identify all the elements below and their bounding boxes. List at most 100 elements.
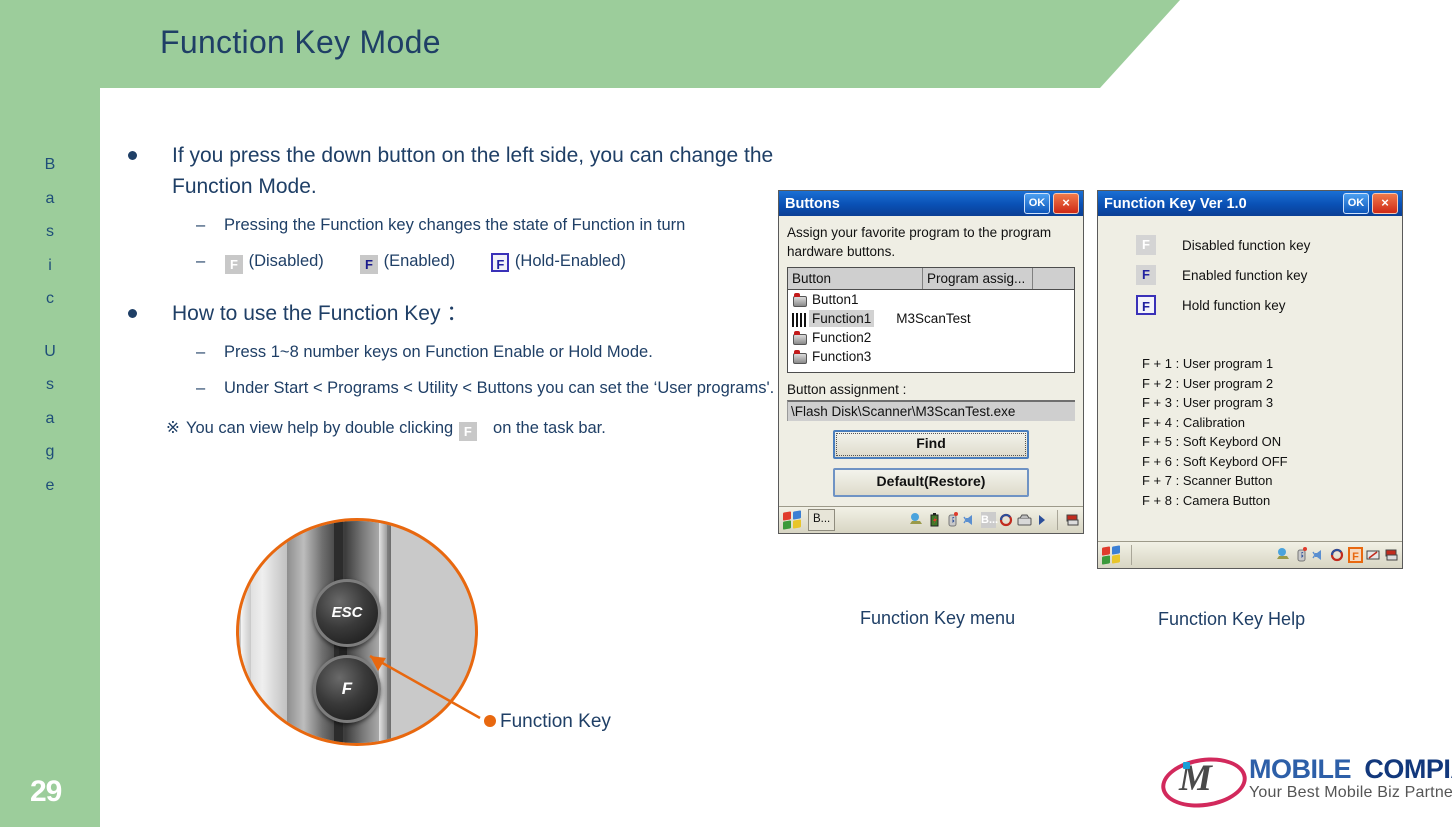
taskbar-task-button[interactable]: B...	[808, 509, 836, 531]
row-name: Button1	[812, 292, 859, 307]
sidebar-vertical-label: Basic Usage	[0, 148, 100, 502]
default-restore-button[interactable]: Default(Restore)	[833, 468, 1029, 497]
sub-item-2b: – Under Start < Programs < Utility < But…	[120, 375, 780, 401]
column-header-extra	[1033, 268, 1074, 289]
buttons-dialog-description: Assign your favorite program to the prog…	[787, 225, 1052, 259]
bullet-item-1: If you press the down button on the left…	[120, 140, 780, 202]
help-dialog-titlebar: Function Key Ver 1.0 OK ×	[1098, 191, 1402, 216]
help-legend: F Disabled function key F Enabled functi…	[1098, 216, 1402, 348]
buttons-dialog-taskbar: B... B...	[779, 506, 1083, 533]
bluetooth-icon[interactable]	[1294, 547, 1309, 563]
close-icon[interactable]: ×	[1053, 193, 1079, 214]
shortcut-list: F + 1 : User program 1 F + 2 : User prog…	[1098, 348, 1402, 518]
logo-dot-icon	[1183, 762, 1190, 769]
table-row[interactable]: Function2	[788, 328, 1074, 347]
list-item: F + 5 : Soft Keybord ON	[1142, 434, 1282, 449]
sub-2a-text: Press 1~8 number keys on Function Enable…	[224, 343, 653, 361]
legend-row-enabled: F Enabled function key	[1098, 260, 1402, 290]
expand-arrow-icon[interactable]	[1035, 512, 1050, 528]
barcode-icon	[790, 311, 808, 327]
row-name: Function2	[812, 330, 872, 345]
logo-mark-icon: M	[1158, 752, 1250, 813]
sub-item-states: – F (Disabled) F (Enabled) F (Hold-Enabl…	[120, 248, 780, 274]
sync-icon[interactable]	[1330, 547, 1345, 563]
body-content: If you press the down button on the left…	[120, 140, 780, 441]
note-f-icon: F	[458, 422, 477, 441]
photo-circle-highlight: ESC F	[236, 518, 478, 746]
f-enabled-icon: F	[1136, 265, 1156, 285]
device-rail	[379, 521, 387, 743]
assignment-input[interactable]: \Flash Disk\Scanner\M3ScanTest.exe	[787, 400, 1075, 421]
network-icon[interactable]	[1276, 547, 1291, 563]
callout-dot-icon	[484, 715, 496, 727]
volume-icon[interactable]	[1312, 547, 1327, 563]
dash-marker-icon: –	[196, 252, 206, 270]
bullet-item-2: How to use the Function Key ：	[120, 298, 780, 329]
ok-button[interactable]: OK	[1024, 193, 1050, 214]
f-hold-icon: F	[491, 253, 510, 272]
hardware-button-icon	[790, 330, 808, 346]
system-tray: F	[1276, 547, 1399, 563]
legend-row-disabled: F Disabled function key	[1098, 230, 1402, 260]
device-left-panel	[245, 521, 289, 743]
ok-button[interactable]: OK	[1343, 193, 1369, 214]
list-item: F + 8 : Camera Button	[1142, 492, 1271, 508]
list-item: F + 3 : User program 3	[1142, 395, 1274, 410]
volume-icon[interactable]	[963, 512, 978, 528]
assignment-label: Button assignment :	[787, 382, 907, 397]
bullet-dot-icon	[128, 151, 137, 160]
table-row[interactable]: Function1 M3ScanTest	[788, 309, 1074, 328]
function-key-tray-icon[interactable]: F	[1348, 547, 1363, 563]
buttons-table-header: Button Program assig...	[788, 268, 1074, 290]
sidebar-word-usage: Usage	[44, 342, 56, 494]
input-panel-icon[interactable]	[1366, 547, 1381, 563]
buttons-table[interactable]: Button Program assig... Button1 Function…	[787, 267, 1075, 373]
list-item: F + 1 : User program 1	[1142, 356, 1274, 371]
sub-2b-text: Under Start < Programs < Utility < Butto…	[224, 379, 775, 397]
row-name: Function1	[809, 310, 875, 327]
table-row[interactable]: Button1	[788, 290, 1074, 309]
note-post-text: on the task bar.	[493, 419, 606, 437]
list-item: F + 4 : Calibration	[1142, 414, 1245, 430]
note-line: ※ You can view help by double clicking F…	[120, 415, 780, 441]
page-title: Function Key Mode	[160, 24, 441, 60]
f-hold-icon: F	[1136, 295, 1156, 315]
help-dialog-title: Function Key Ver 1.0	[1104, 195, 1247, 212]
dash-marker-icon: –	[196, 379, 206, 397]
table-row[interactable]: Function3	[788, 347, 1074, 366]
network-icon[interactable]	[909, 512, 924, 528]
desktop-icon[interactable]	[1065, 512, 1080, 528]
sub-item-1a: – Pressing the Function key changes the …	[120, 212, 780, 238]
note-pre-text: You can view help by double clicking	[186, 419, 454, 437]
f-hold-label: (Hold-Enabled)	[514, 252, 626, 270]
device-photo: ESC F	[236, 518, 478, 746]
keyboard-icon[interactable]	[1017, 512, 1032, 528]
desktop-icon[interactable]	[1384, 547, 1399, 563]
help-dialog: Function Key Ver 1.0 OK × F Disabled fun…	[1097, 190, 1403, 569]
battery-icon[interactable]	[927, 512, 942, 528]
esc-key: ESC	[313, 579, 381, 647]
buttons-dialog-titlebar: Buttons OK ×	[779, 191, 1083, 216]
bluetooth-icon[interactable]	[945, 512, 960, 528]
bullet-dot-icon	[128, 309, 137, 318]
buttons-dialog-body: Assign your favorite program to the prog…	[779, 216, 1083, 497]
start-button-icon[interactable]	[1101, 545, 1123, 565]
buttons-dialog: Buttons OK × Assign your favorite progra…	[778, 190, 1084, 534]
legend-label: Enabled function key	[1182, 267, 1308, 283]
function-key: F	[313, 655, 381, 723]
list-item: F + 7 : Scanner Button	[1142, 473, 1273, 488]
f-enabled-label: (Enabled)	[383, 252, 456, 270]
legend-label: Hold function key	[1182, 297, 1286, 313]
dash-marker-icon: –	[196, 216, 206, 234]
help-dialog-caption: Function Key Help	[1158, 609, 1306, 629]
list-item: F + 6 : Soft Keybord OFF	[1142, 453, 1288, 469]
legend-row-hold: F Hold function key	[1098, 290, 1402, 320]
hardware-button-icon	[790, 292, 808, 308]
sync-icon[interactable]	[999, 512, 1014, 528]
find-button[interactable]: Find	[833, 430, 1029, 459]
close-icon[interactable]: ×	[1372, 193, 1398, 214]
f-disabled-icon: F	[1136, 235, 1156, 255]
logo-word-1: MOBILE	[1249, 754, 1352, 784]
start-button-icon[interactable]	[782, 510, 804, 530]
function-key-tray-icon[interactable]: B...	[981, 512, 998, 528]
